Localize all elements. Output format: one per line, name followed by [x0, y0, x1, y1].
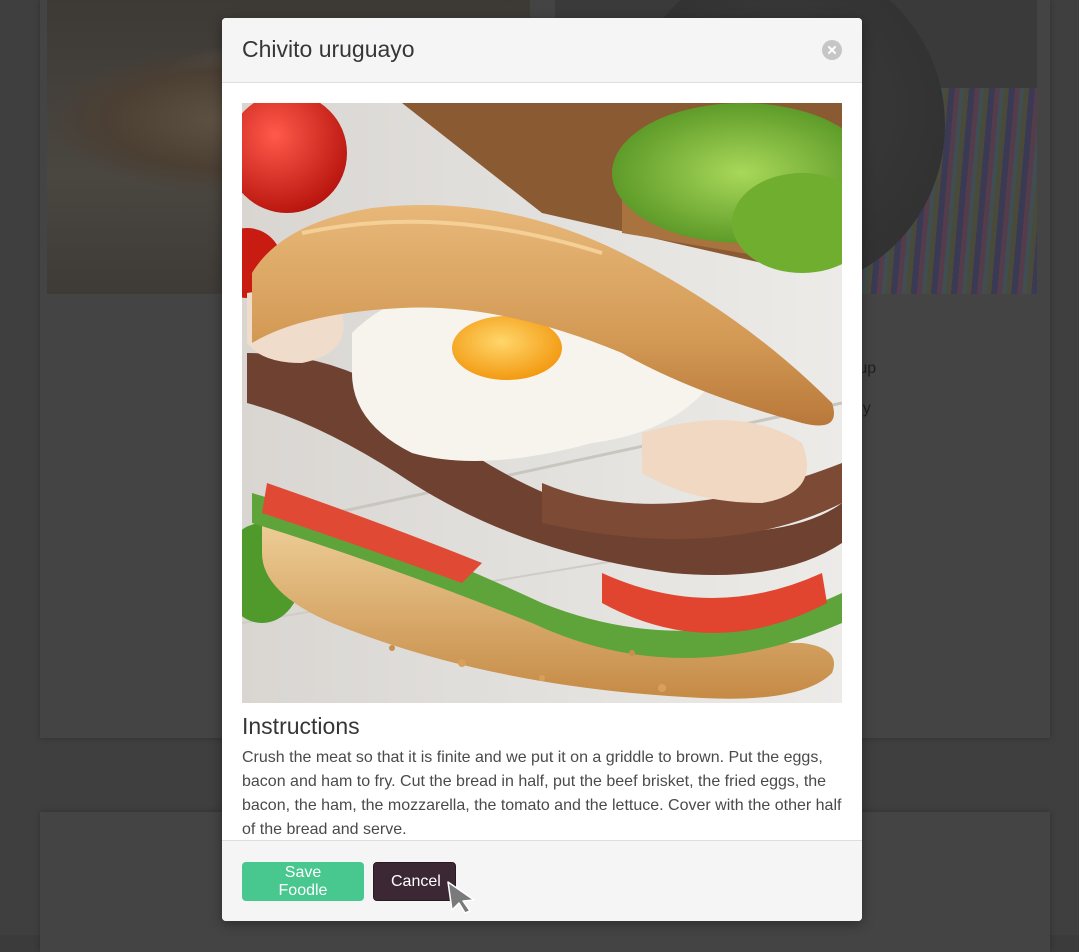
instructions-heading: Instructions [242, 713, 360, 739]
modal-title: Chivito uruguayo [242, 36, 415, 62]
recipe-image [242, 103, 842, 703]
instructions-text: Crush the meat so that it is finite and … [242, 749, 842, 838]
close-icon [828, 46, 836, 54]
recipe-modal: Chivito uruguayo Instructions Crush the … [222, 18, 862, 921]
save-foodle-button[interactable]: Save Foodle [242, 862, 364, 901]
modal-header: Chivito uruguayo [222, 18, 862, 83]
close-button[interactable] [822, 40, 842, 60]
modal-footer: Save Foodle Cancel [222, 840, 862, 921]
mouse-cursor-icon [447, 881, 475, 914]
cancel-button[interactable]: Cancel [373, 862, 456, 901]
modal-body: Instructions Crush the meat so that it i… [222, 83, 862, 841]
